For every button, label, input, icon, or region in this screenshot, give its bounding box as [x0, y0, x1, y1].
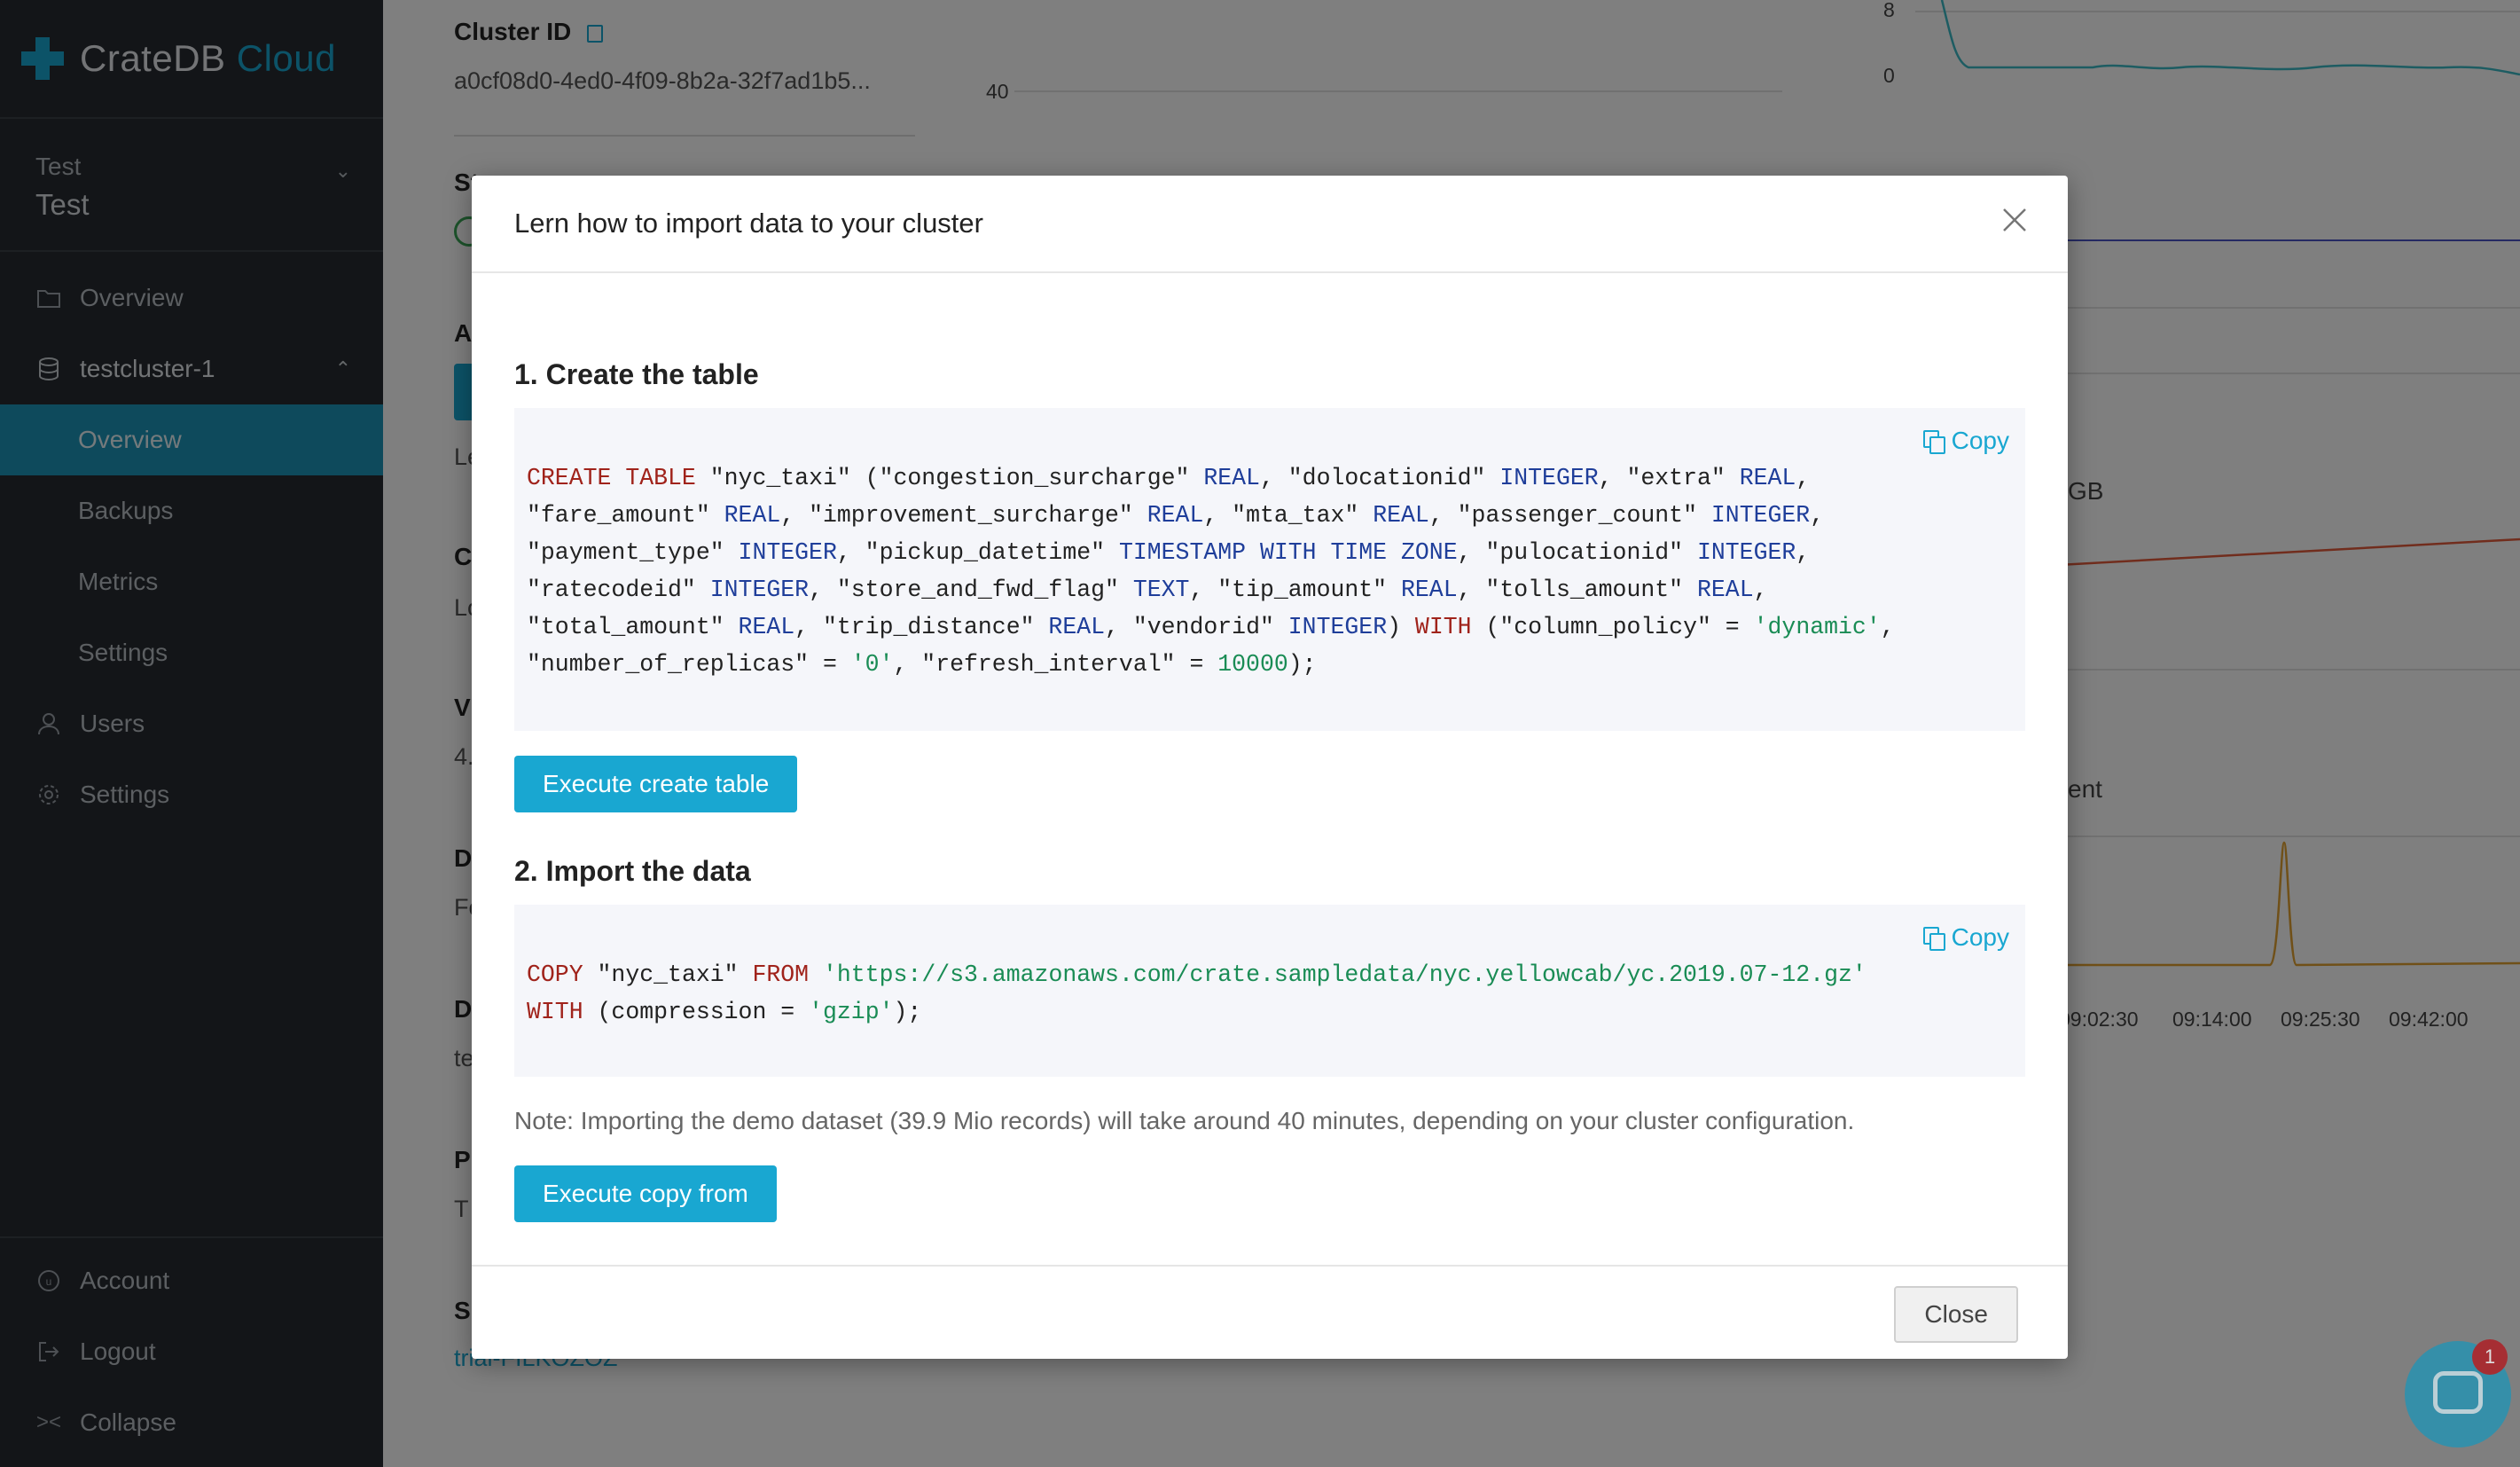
step2-title: 2. Import the data	[514, 855, 751, 887]
copy-icon	[1922, 927, 1945, 951]
close-button[interactable]: Close	[1894, 1286, 2018, 1343]
step1-title: 1. Create the table	[514, 358, 759, 390]
execute-create-table-button[interactable]: Execute create table	[514, 756, 798, 812]
create-table-code-block: Copy CREATE TABLE "nyc_taxi" ("congestio…	[514, 408, 2025, 731]
copy-label: Copy	[1951, 427, 2009, 454]
close-icon[interactable]	[1997, 206, 2032, 241]
modal-header: Lern how to import data to your cluster	[472, 176, 2068, 273]
modal-title: Lern how to import data to your cluster	[514, 208, 983, 239]
copy-icon	[1922, 430, 1945, 454]
copy-from-code-block: Copy COPY "nyc_taxi" FROM 'https://s3.am…	[514, 905, 2025, 1077]
modal-footer: Close	[472, 1265, 2068, 1359]
copy-from-sql: COPY "nyc_taxi" FROM 'https://s3.amazona…	[527, 961, 1867, 1025]
import-note: Note: Importing the demo dataset (39.9 M…	[514, 1107, 1855, 1134]
notification-badge: 1	[2472, 1339, 2508, 1375]
chat-icon	[2433, 1371, 2483, 1414]
copy-label: Copy	[1951, 923, 2009, 951]
import-data-modal: Lern how to import data to your cluster …	[472, 176, 2068, 1359]
create-table-sql: CREATE TABLE "nyc_taxi" ("congestion_sur…	[527, 465, 1895, 678]
execute-copy-from-button[interactable]: Execute copy from	[514, 1165, 777, 1222]
chat-launcher-button[interactable]: 1	[2405, 1339, 2511, 1447]
copy-create-sql-button[interactable]: Copy	[1922, 422, 2009, 459]
copy-import-sql-button[interactable]: Copy	[1922, 919, 2009, 956]
